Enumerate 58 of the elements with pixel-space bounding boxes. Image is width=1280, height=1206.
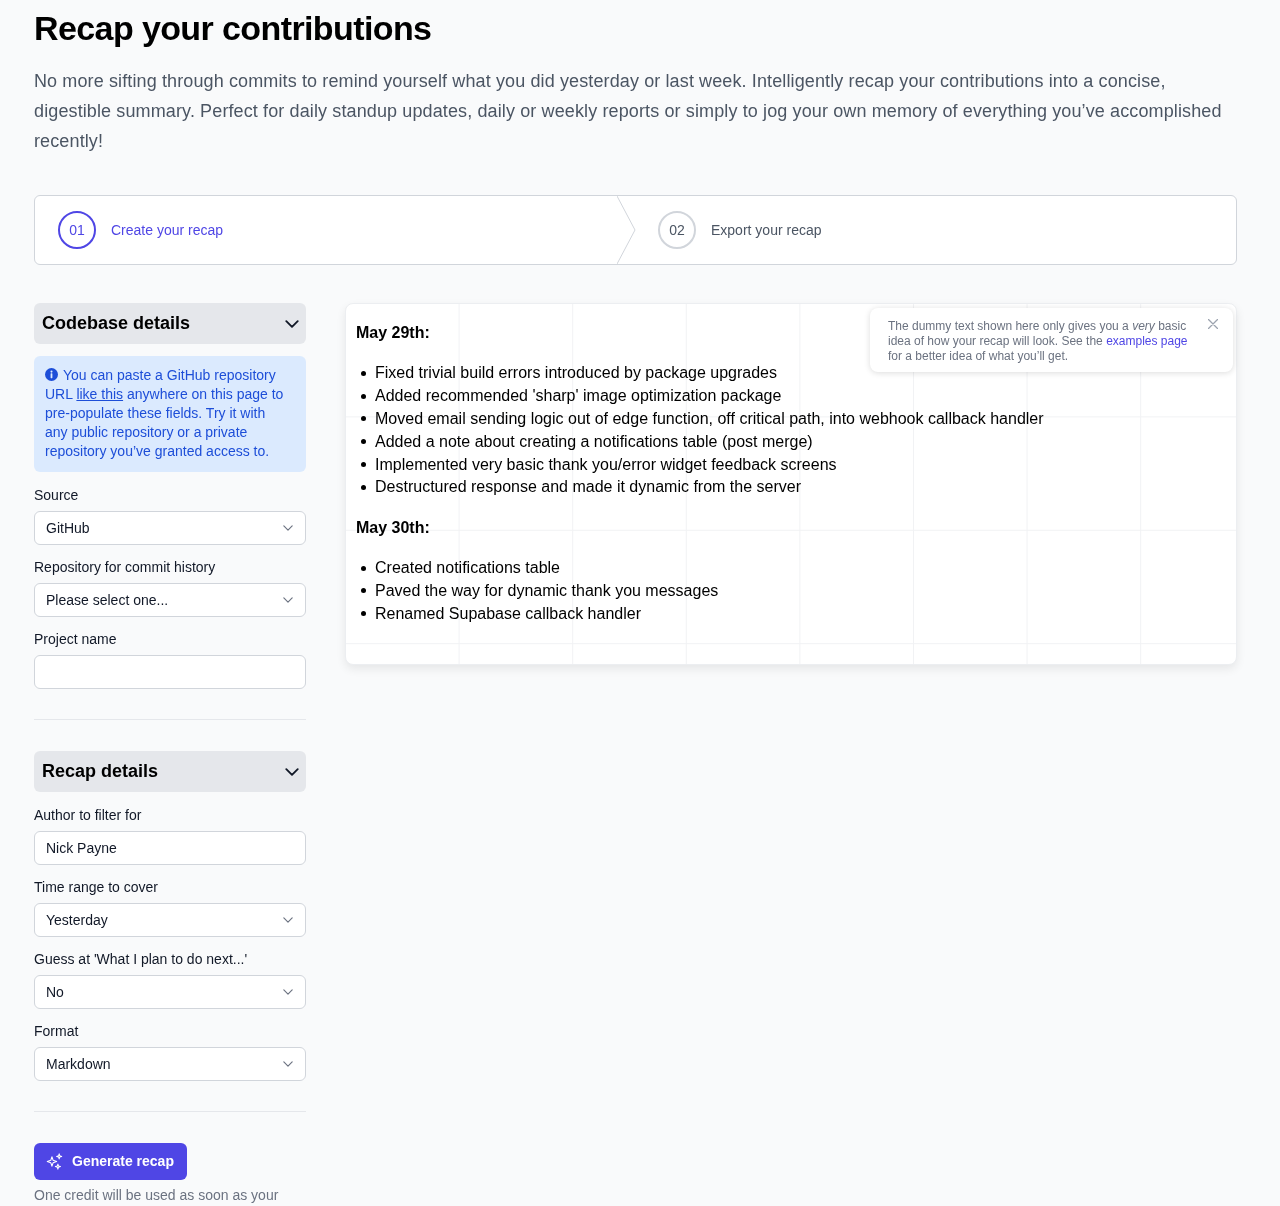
field-label: Project name — [34, 630, 118, 649]
list-item-text: Renamed Supabase callback handler — [375, 603, 641, 624]
info-icon — [45, 368, 58, 381]
chevron-down-icon — [283, 1061, 293, 1067]
list-item-text: Paved the way for dynamic thank you messages — [375, 580, 719, 601]
text-field[interactable]: Nick Payne — [34, 831, 306, 865]
list-item-text: Added recommended 'sharp' image optimization package — [375, 386, 782, 407]
field-label: Time range to cover — [34, 878, 159, 897]
page-title: Recap your contributions — [34, 8, 433, 48]
select-field[interactable]: Markdown — [34, 1047, 306, 1081]
field-label: Guess at 'What I plan to do next...' — [34, 950, 249, 969]
day-heading: May 29th: — [356, 323, 430, 343]
sparkle-icon — [46, 1153, 63, 1170]
text-field[interactable] — [34, 655, 306, 689]
list-item-text: Created notifications table — [375, 558, 560, 579]
bullet-icon — [361, 439, 366, 445]
bullet-icon — [361, 588, 366, 594]
field-label: Repository for commit history — [34, 558, 217, 577]
chevron-down-icon — [285, 767, 299, 776]
day-heading: May 30th: — [356, 517, 430, 538]
field-label: Author to filter for — [34, 806, 143, 825]
select-field[interactable]: GitHub — [34, 511, 306, 545]
chevron-down-icon — [283, 917, 293, 923]
step-number: 01 — [58, 211, 96, 249]
close-icon[interactable] — [1208, 319, 1218, 329]
intro-text: No more sifting through commits to remind yourself what you did yesterday or last week. Intelligently recap your contributions into a concise, digestible summary. Perfect for daily standup updates, daily or weekly reports or simply to jog your own memory of everything you’ve accomplished recently! — [34, 70, 1223, 153]
select-field[interactable]: No — [34, 975, 306, 1009]
info-text: You can paste a GitHub repository URL like this anywhere on this page to pre-populate these fields. Try it with any public repository or a private repository you’ve granted access to. — [45, 366, 285, 461]
step-number: 02 — [658, 211, 696, 249]
list-item-text: Fixed trivial build errors introduced by package upgrades — [375, 363, 777, 384]
list-item-text: Destructured response and made it dynamic from the server — [375, 477, 801, 498]
credit-note: One credit will be used as soon as your — [34, 1188, 280, 1202]
list-item-text: Moved email sending logic out of edge function, off critical path, into webhook callback handler — [375, 409, 1044, 429]
step-label: Export your recap — [711, 220, 822, 240]
list-item-text: Added a note about creating a notifications table (post merge) — [375, 431, 813, 452]
bullet-icon — [361, 565, 366, 571]
bullet-icon — [361, 416, 366, 422]
bullet-icon — [361, 462, 366, 468]
select-field[interactable]: Yesterday — [34, 903, 306, 937]
bullet-icon — [361, 484, 366, 490]
list-item-text: Implemented very basic thank you/error widget feedback screens — [375, 454, 837, 475]
chevron-down-icon — [285, 319, 299, 328]
field-label: Source — [34, 486, 80, 505]
link[interactable]: like this — [76, 386, 124, 402]
select-field[interactable]: Please select one... — [34, 583, 306, 617]
notice-text: The dummy text shown here only gives you a very basic idea of how your recap will look. See the examples page for a better idea of what you’ll get. — [888, 319, 1189, 364]
section-header[interactable]: Codebase details — [34, 303, 306, 344]
section-header[interactable]: Recap details — [34, 751, 306, 792]
bullet-icon — [361, 393, 366, 399]
field-label: Format — [34, 1022, 80, 1041]
bullet-icon — [361, 370, 366, 376]
examples-link[interactable]: examples page — [1106, 334, 1188, 348]
chevron-down-icon — [283, 525, 293, 531]
chevron-down-icon — [283, 989, 293, 995]
generate-button[interactable]: Generate recap — [34, 1143, 187, 1180]
chevron-down-icon — [283, 597, 293, 603]
step-label: Create your recap — [111, 220, 224, 240]
bullet-icon — [361, 611, 366, 617]
